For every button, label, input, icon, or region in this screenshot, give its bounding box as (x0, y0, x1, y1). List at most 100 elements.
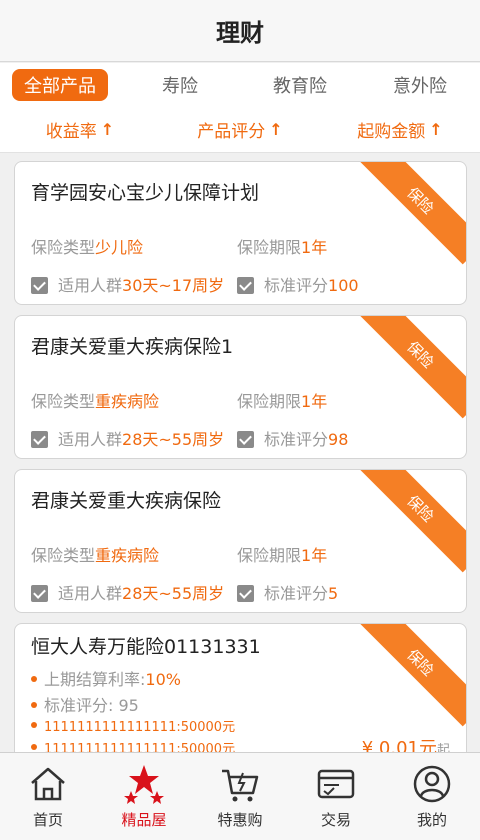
field-value: 30天~17周岁 (122, 276, 225, 295)
insurance-type: 保险类型少儿险 (31, 234, 143, 258)
check-icon (31, 585, 48, 602)
ribbon-label: 保险 (403, 645, 438, 680)
field-value: 少儿险 (95, 238, 144, 257)
insurance-type: 保险类型重疾病险 (31, 388, 159, 412)
amount-item: 1111111111111111:50000元 (31, 738, 235, 753)
check-icon (31, 431, 48, 448)
arrow-up-icon: ↑ (100, 120, 115, 139)
settlement-rate: 上期结算利率:10% (31, 666, 181, 690)
field-label: 适用人群 (58, 276, 123, 295)
ribbon-label: 保险 (403, 491, 438, 526)
tab-education-insurance[interactable]: 教育险 (240, 70, 360, 100)
field-value: 1年 (301, 238, 328, 257)
insurance-ribbon: 保险 (356, 470, 466, 573)
field-value: 1年 (301, 392, 328, 411)
field-label: 适用人群 (58, 584, 123, 603)
field-value: 28天~55周岁 (122, 430, 225, 449)
field-label: 标准评分 (264, 430, 329, 449)
tab-label: 全部产品 (12, 69, 108, 101)
nav-mine[interactable]: 我的 (384, 753, 480, 840)
field-label: 标准评分 (264, 276, 329, 295)
category-tabs: 全部产品 寿险 教育险 意外险 (0, 63, 480, 107)
sort-by-min-amount[interactable]: 起购金额 ↑ (320, 117, 480, 142)
page-title: 理财 (216, 19, 264, 47)
field-value: 10% (145, 670, 181, 689)
sort-bar: 收益率 ↑ 产品评分 ↑ 起购金额 ↑ (0, 107, 480, 153)
field-label: 保险期限 (237, 546, 302, 565)
tab-life-insurance[interactable]: 寿险 (120, 70, 240, 100)
ribbon-label: 保险 (403, 337, 438, 372)
amount-item: 1111111111111111:50000元 (31, 716, 235, 735)
nav-home[interactable]: 首页 (0, 753, 96, 840)
bottom-nav: 首页 精品屋 特惠购 交易 我的 (0, 752, 480, 840)
app-header: 理财 (0, 0, 480, 62)
nav-trade[interactable]: 交易 (288, 753, 384, 840)
field-value: 1111111111111111:50000元 (44, 720, 236, 735)
product-card[interactable]: 君康关爱重大疾病保险1 保险 保险类型重疾病险 保险期限1年 适用人群28天~5… (14, 315, 467, 459)
check-icon (237, 277, 254, 294)
insurance-type: 保险类型重疾病险 (31, 542, 159, 566)
product-name: 育学园安心宝少儿保障计划 (31, 182, 260, 204)
sort-by-yield[interactable]: 收益率 ↑ (0, 117, 160, 142)
cart-icon (222, 769, 259, 802)
standard-score: 标准评分100 (237, 272, 359, 296)
field-value: 98 (328, 430, 349, 449)
check-icon (237, 585, 254, 602)
applicable-crowd: 适用人群30天~17周岁 (31, 272, 224, 296)
field-label: 保险期限 (237, 238, 302, 257)
field-label: 保险类型 (31, 238, 96, 257)
product-name: 恒大人寿万能险01131331 (31, 636, 261, 658)
insurance-period: 保险期限1年 (237, 234, 327, 258)
product-card[interactable]: 育学园安心宝少儿保障计划 保险 保险类型少儿险 保险期限1年 适用人群30天~1… (14, 161, 467, 305)
arrow-up-icon: ↑ (429, 120, 443, 139)
field-label: 保险期限 (237, 392, 302, 411)
applicable-crowd: 适用人群28天~55周岁 (31, 426, 224, 450)
nav-label: 特惠购 (217, 811, 263, 829)
nav-label: 我的 (416, 811, 447, 829)
bullet-icon (31, 744, 37, 750)
bullet-icon (31, 722, 37, 728)
price: ¥ 0.01元起 (362, 734, 450, 753)
nav-special-offer[interactable]: 特惠购 (192, 753, 288, 840)
field-label: 保险类型 (31, 392, 96, 411)
home-icon (31, 767, 65, 801)
field-label: 标准评分: 95 (44, 696, 139, 715)
sort-by-rating[interactable]: 产品评分 ↑ (160, 117, 320, 142)
field-label: 保险类型 (31, 546, 96, 565)
tab-accident-insurance[interactable]: 意外险 (360, 70, 480, 100)
ribbon-label: 保险 (403, 183, 438, 218)
insurance-period: 保险期限1年 (237, 542, 327, 566)
field-label: 标准评分 (264, 584, 329, 603)
sort-label: 收益率 (45, 122, 97, 142)
nav-boutique[interactable]: 精品屋 (96, 753, 192, 840)
insurance-period: 保险期限1年 (237, 388, 327, 412)
sort-label: 起购金额 (357, 122, 426, 142)
applicable-crowd: 适用人群28天~55周岁 (31, 580, 224, 604)
stars-icon (124, 765, 164, 804)
product-name: 君康关爱重大疾病保险1 (31, 336, 234, 358)
product-name: 君康关爱重大疾病保险 (31, 490, 222, 512)
nav-label: 精品屋 (121, 811, 167, 829)
field-label: 上期结算利率: (44, 670, 146, 689)
field-value: 28天~55周岁 (122, 584, 225, 603)
standard-score: 标准评分5 (237, 580, 338, 604)
field-value: 重疾病险 (95, 546, 160, 565)
check-icon (237, 431, 254, 448)
product-list[interactable]: 育学园安心宝少儿保障计划 保险 保险类型少儿险 保险期限1年 适用人群30天~1… (0, 153, 480, 753)
insurance-ribbon: 保险 (356, 316, 466, 419)
price-value: ¥ 0.01元 (361, 738, 437, 753)
tab-all-products[interactable]: 全部产品 (0, 69, 120, 101)
product-card[interactable]: 君康关爱重大疾病保险 保险 保险类型重疾病险 保险期限1年 适用人群28天~55… (14, 469, 467, 613)
bullet-icon (31, 702, 37, 708)
sort-label: 产品评分 (197, 122, 266, 142)
arrow-up-icon: ↑ (269, 120, 283, 139)
card-icon (317, 769, 355, 799)
insurance-ribbon: 保险 (356, 162, 466, 265)
field-label: 适用人群 (58, 430, 123, 449)
field-value: 100 (328, 276, 359, 295)
product-card[interactable]: 恒大人寿万能险01131331 保险 上期结算利率:10% 标准评分: 95 1… (14, 623, 467, 753)
standard-score: 标准评分98 (237, 426, 348, 450)
user-icon (413, 765, 451, 803)
nav-label: 首页 (32, 811, 63, 829)
bullet-icon (31, 676, 37, 682)
